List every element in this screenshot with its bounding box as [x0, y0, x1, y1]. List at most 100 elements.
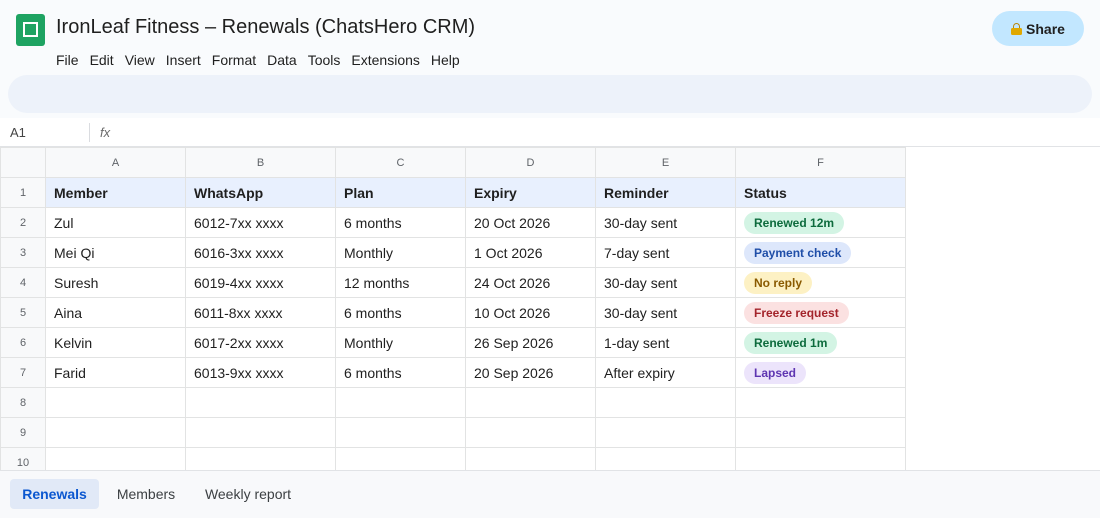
sheet-tabs-bar: Renewals Members Weekly report: [0, 470, 1100, 518]
row-number[interactable]: 9: [0, 417, 46, 448]
reminder-cell[interactable]: 30-day sent: [595, 207, 736, 238]
empty-cell[interactable]: [465, 417, 596, 448]
row-number[interactable]: 2: [0, 207, 46, 238]
menu-format[interactable]: Format: [212, 52, 261, 68]
status-cell[interactable]: Lapsed: [735, 357, 906, 388]
spreadsheet-grid: A B C D E F 1 Member WhatsApp Plan Expir…: [0, 147, 1100, 478]
empty-cell[interactable]: [45, 417, 186, 448]
app-header: IronLeaf Fitness – Renewals (ChatsHero C…: [0, 0, 1100, 118]
row-number[interactable]: 8: [0, 387, 46, 418]
row-number[interactable]: 4: [0, 267, 46, 298]
expiry-cell[interactable]: 26 Sep 2026: [465, 327, 596, 358]
whatsapp-cell[interactable]: 6017-2xx xxxx: [185, 327, 336, 358]
plan-cell[interactable]: 6 months: [335, 357, 466, 388]
column-header-c[interactable]: C: [335, 147, 466, 178]
status-cell[interactable]: No reply: [735, 267, 906, 298]
reminder-cell[interactable]: After expiry: [595, 357, 736, 388]
empty-cell[interactable]: [595, 417, 736, 448]
column-header-d[interactable]: D: [465, 147, 596, 178]
status-cell[interactable]: Freeze request: [735, 297, 906, 328]
member-cell[interactable]: Aina: [45, 297, 186, 328]
empty-cell[interactable]: [335, 387, 466, 418]
expiry-cell[interactable]: 20 Sep 2026: [465, 357, 596, 388]
member-cell[interactable]: Farid: [45, 357, 186, 388]
whatsapp-cell[interactable]: 6019-4xx xxxx: [185, 267, 336, 298]
plan-cell[interactable]: 12 months: [335, 267, 466, 298]
expiry-cell[interactable]: 1 Oct 2026: [465, 237, 596, 268]
table-row: 8: [0, 387, 906, 418]
expiry-cell[interactable]: 10 Oct 2026: [465, 297, 596, 328]
menu-file[interactable]: File: [56, 52, 84, 68]
whatsapp-cell[interactable]: 6013-9xx xxxx: [185, 357, 336, 388]
share-label: Share: [1026, 20, 1065, 37]
share-button[interactable]: Share: [992, 11, 1084, 46]
header-cell-reminder[interactable]: Reminder: [595, 177, 736, 208]
empty-cell[interactable]: [735, 417, 906, 448]
column-header-e[interactable]: E: [595, 147, 736, 178]
reminder-cell[interactable]: 7-day sent: [595, 237, 736, 268]
empty-cell[interactable]: [45, 387, 186, 418]
expiry-cell[interactable]: 20 Oct 2026: [465, 207, 596, 238]
menu-data[interactable]: Data: [267, 52, 302, 68]
menu-bar: File Edit View Insert Format Data Tools …: [56, 52, 471, 68]
row-number[interactable]: 1: [0, 177, 46, 208]
whatsapp-cell[interactable]: 6016-3xx xxxx: [185, 237, 336, 268]
header-cell-whatsapp[interactable]: WhatsApp: [185, 177, 336, 208]
row-number[interactable]: 3: [0, 237, 46, 268]
sheets-logo-icon[interactable]: [16, 14, 45, 46]
empty-cell[interactable]: [465, 387, 596, 418]
reminder-cell[interactable]: 1-day sent: [595, 327, 736, 358]
row-number[interactable]: 6: [0, 327, 46, 358]
member-cell[interactable]: Kelvin: [45, 327, 186, 358]
empty-cell[interactable]: [185, 417, 336, 448]
menu-insert[interactable]: Insert: [166, 52, 206, 68]
menu-edit[interactable]: Edit: [90, 52, 119, 68]
document-title[interactable]: IronLeaf Fitness – Renewals (ChatsHero C…: [56, 16, 475, 39]
menu-tools[interactable]: Tools: [308, 52, 346, 68]
empty-cell[interactable]: [595, 387, 736, 418]
table-header-row: 1 Member WhatsApp Plan Expiry Reminder S…: [0, 177, 906, 208]
table-row: 3 Mei Qi 6016-3xx xxxx Monthly 1 Oct 202…: [0, 237, 906, 268]
plan-cell[interactable]: 6 months: [335, 297, 466, 328]
empty-cell[interactable]: [735, 387, 906, 418]
status-badge: Payment check: [744, 241, 852, 264]
column-header-b[interactable]: B: [185, 147, 336, 178]
reminder-cell[interactable]: 30-day sent: [595, 267, 736, 298]
status-cell[interactable]: Renewed 1m: [735, 327, 906, 358]
status-cell[interactable]: Renewed 12m: [735, 207, 906, 238]
member-cell[interactable]: Mei Qi: [45, 237, 186, 268]
status-badge: Renewed 12m: [744, 211, 845, 234]
reminder-cell[interactable]: 30-day sent: [595, 297, 736, 328]
tab-members[interactable]: Members: [105, 479, 187, 509]
table-row: 6 Kelvin 6017-2xx xxxx Monthly 26 Sep 20…: [0, 327, 906, 358]
status-cell[interactable]: Payment check: [735, 237, 906, 268]
name-box[interactable]: A1: [10, 125, 26, 140]
column-header-a[interactable]: A: [45, 147, 186, 178]
row-number[interactable]: 5: [0, 297, 46, 328]
empty-cell[interactable]: [185, 387, 336, 418]
header-cell-member[interactable]: Member: [45, 177, 186, 208]
plan-cell[interactable]: 6 months: [335, 207, 466, 238]
expiry-cell[interactable]: 24 Oct 2026: [465, 267, 596, 298]
empty-cell[interactable]: [335, 417, 466, 448]
tab-weekly-report[interactable]: Weekly report: [193, 479, 303, 509]
plan-cell[interactable]: Monthly: [335, 327, 466, 358]
header-cell-expiry[interactable]: Expiry: [465, 177, 596, 208]
plan-cell[interactable]: Monthly: [335, 237, 466, 268]
tab-renewals[interactable]: Renewals: [10, 479, 99, 509]
whatsapp-cell[interactable]: 6012-7xx xxxx: [185, 207, 336, 238]
toolbar[interactable]: [8, 75, 1092, 113]
header-cell-plan[interactable]: Plan: [335, 177, 466, 208]
member-cell[interactable]: Suresh: [45, 267, 186, 298]
status-badge: No reply: [744, 271, 813, 294]
header-cell-status[interactable]: Status: [735, 177, 906, 208]
menu-view[interactable]: View: [125, 52, 160, 68]
status-badge: Renewed 1m: [744, 331, 838, 354]
select-all-corner[interactable]: [0, 147, 46, 178]
member-cell[interactable]: Zul: [45, 207, 186, 238]
whatsapp-cell[interactable]: 6011-8xx xxxx: [185, 297, 336, 328]
menu-extensions[interactable]: Extensions: [351, 52, 424, 68]
menu-help[interactable]: Help: [431, 52, 465, 68]
row-number[interactable]: 7: [0, 357, 46, 388]
column-header-f[interactable]: F: [735, 147, 906, 178]
